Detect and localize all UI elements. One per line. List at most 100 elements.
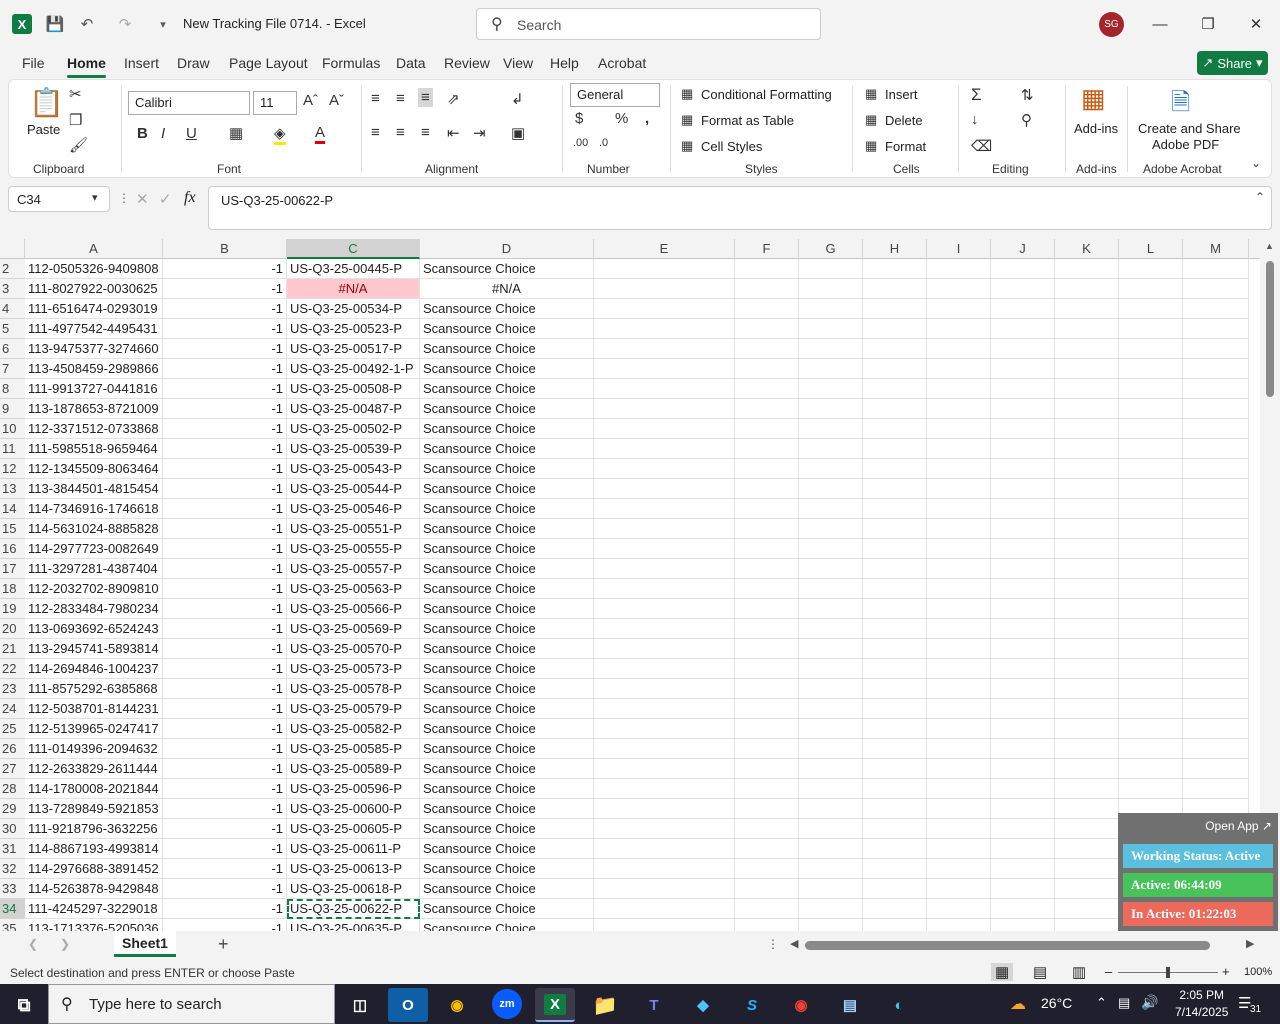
cell-f[interactable] — [735, 879, 799, 899]
cell-m[interactable] — [1183, 359, 1249, 379]
cell-g[interactable] — [799, 619, 863, 639]
cell-c[interactable]: US-Q3-25-00539-P — [287, 439, 420, 459]
cell-l[interactable] — [1119, 499, 1183, 519]
cell-b[interactable]: -1 — [163, 859, 287, 879]
cell-e[interactable] — [594, 259, 735, 279]
cell-h[interactable] — [863, 259, 927, 279]
cell-b[interactable]: -1 — [163, 839, 287, 859]
cell-d[interactable]: Scansource Choice — [420, 819, 594, 839]
cell-e[interactable] — [594, 339, 735, 359]
cell-g[interactable] — [799, 839, 863, 859]
cell-f[interactable] — [735, 679, 799, 699]
file-explorer-icon[interactable]: 📁 — [585, 988, 625, 1022]
cell-k[interactable] — [1055, 819, 1119, 839]
formula-input[interactable]: US-Q3-25-00622-P ⌃ — [208, 186, 1272, 230]
add-ins-button[interactable]: Add-ins — [1074, 121, 1118, 136]
cell-a[interactable]: 112-5139965-0247417 — [25, 719, 163, 739]
cell-f[interactable] — [735, 379, 799, 399]
cell-c[interactable]: US-Q3-25-00582-P — [287, 719, 420, 739]
insert-cells-button[interactable]: Insert — [885, 87, 918, 102]
cell-m[interactable] — [1183, 619, 1249, 639]
cell-e[interactable] — [594, 919, 735, 931]
cell-d[interactable]: Scansource Choice — [420, 259, 594, 279]
cell-k[interactable] — [1055, 799, 1119, 819]
zoom-app-icon[interactable]: zm — [492, 989, 522, 1019]
cell-g[interactable] — [799, 819, 863, 839]
cell-c[interactable]: US-Q3-25-00445-P — [287, 259, 420, 279]
cell-d[interactable]: Scansource Choice — [420, 319, 594, 339]
row-header[interactable]: 35 — [0, 919, 25, 931]
cell-h[interactable] — [863, 499, 927, 519]
cell-i[interactable] — [927, 699, 991, 719]
column-header[interactable]: L — [1119, 239, 1183, 259]
tab-acrobat[interactable]: Acrobat — [598, 55, 646, 71]
cell-k[interactable] — [1055, 759, 1119, 779]
number-format-select[interactable]: General — [570, 83, 660, 107]
cell-k[interactable] — [1055, 419, 1119, 439]
column-header[interactable]: M — [1183, 239, 1249, 259]
normal-view-icon[interactable]: ▦ — [991, 963, 1014, 981]
cell-a[interactable]: 112-5038701-8144231 — [25, 699, 163, 719]
cell-l[interactable] — [1119, 639, 1183, 659]
cell-h[interactable] — [863, 919, 927, 931]
column-header[interactable]: I — [927, 239, 991, 259]
italic-icon[interactable]: I — [161, 125, 165, 142]
cell-a[interactable]: 112-2633829-2611444 — [25, 759, 163, 779]
cell-d[interactable]: Scansource Choice — [420, 579, 594, 599]
open-app-link[interactable]: Open App ↗ — [1205, 819, 1272, 833]
cell-c[interactable]: US-Q3-25-00487-P — [287, 399, 420, 419]
temperature[interactable]: 26°C — [1041, 995, 1072, 1011]
cell-m[interactable] — [1183, 679, 1249, 699]
cell-g[interactable] — [799, 419, 863, 439]
cell-g[interactable] — [799, 379, 863, 399]
cell-g[interactable] — [799, 399, 863, 419]
cell-e[interactable] — [594, 299, 735, 319]
cell-i[interactable] — [927, 899, 991, 919]
cell-g[interactable] — [799, 719, 863, 739]
cell-g[interactable] — [799, 319, 863, 339]
insert-function-icon[interactable]: fx — [184, 189, 196, 207]
cell-g[interactable] — [799, 759, 863, 779]
cell-i[interactable] — [927, 719, 991, 739]
column-header[interactable]: G — [799, 239, 863, 259]
cell-h[interactable] — [863, 439, 927, 459]
cell-m[interactable] — [1183, 759, 1249, 779]
cell-b[interactable]: -1 — [163, 379, 287, 399]
increase-decimal-icon[interactable]: .00 — [573, 137, 588, 149]
cell-c[interactable]: US-Q3-25-00596-P — [287, 779, 420, 799]
zoom-slider-thumb[interactable] — [1166, 967, 1170, 978]
cell-m[interactable] — [1183, 379, 1249, 399]
cell-a[interactable]: 111-5985518-9659464 — [25, 439, 163, 459]
cell-g[interactable] — [799, 779, 863, 799]
cell-f[interactable] — [735, 619, 799, 639]
cell-m[interactable] — [1183, 559, 1249, 579]
vertical-scroll-thumb[interactable] — [1266, 261, 1274, 397]
cell-b[interactable]: -1 — [163, 679, 287, 699]
row-header[interactable]: 5 — [0, 319, 25, 339]
percent-icon[interactable]: % — [615, 110, 628, 127]
cell-f[interactable] — [735, 559, 799, 579]
find-select-icon[interactable]: ⚲ — [1021, 111, 1032, 129]
cell-g[interactable] — [799, 699, 863, 719]
row-header[interactable]: 26 — [0, 739, 25, 759]
cell-k[interactable] — [1055, 279, 1119, 299]
delete-cells-button[interactable]: Delete — [885, 113, 923, 128]
cell-d[interactable]: Scansource Choice — [420, 379, 594, 399]
cell-m[interactable] — [1183, 319, 1249, 339]
cell-l[interactable] — [1119, 439, 1183, 459]
share-button[interactable]: ↗ Share ▾ — [1197, 51, 1268, 75]
cell-h[interactable] — [863, 419, 927, 439]
cell-k[interactable] — [1055, 359, 1119, 379]
windows-start-icon[interactable]: ⧉ — [4, 988, 44, 1022]
scroll-left-icon[interactable]: ◀ — [790, 937, 798, 950]
cell-i[interactable] — [927, 919, 991, 931]
cell-k[interactable] — [1055, 739, 1119, 759]
cell-k[interactable] — [1055, 259, 1119, 279]
cell-b[interactable]: -1 — [163, 259, 287, 279]
cell-d[interactable]: Scansource Choice — [420, 439, 594, 459]
page-layout-view-icon[interactable]: ▤ — [1033, 963, 1047, 981]
cell-f[interactable] — [735, 599, 799, 619]
tab-view[interactable]: View — [503, 55, 533, 71]
tab-data[interactable]: Data — [396, 55, 426, 71]
decrease-indent-icon[interactable]: ⇤ — [447, 124, 460, 142]
